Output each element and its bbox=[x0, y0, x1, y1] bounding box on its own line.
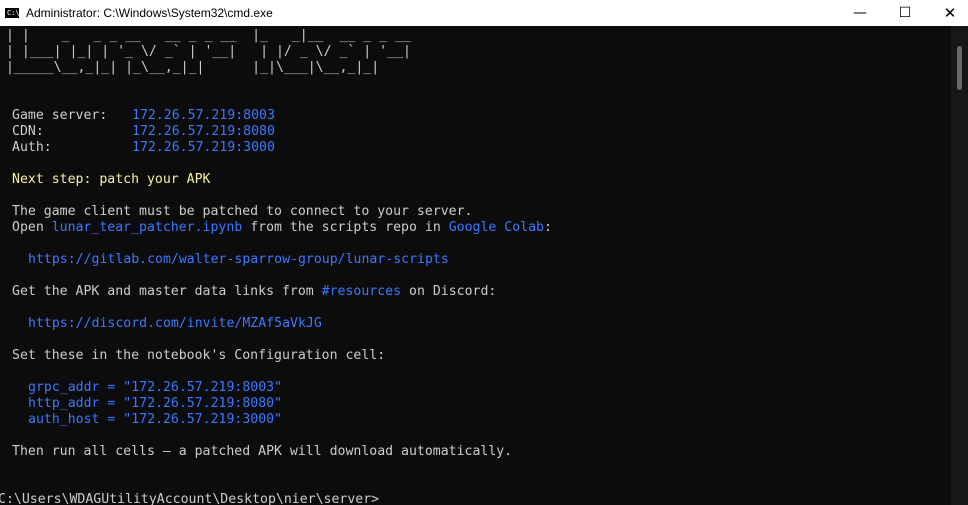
config-instruction: Set these in the notebook's Configuratio… bbox=[12, 348, 386, 363]
server-label: Auth: bbox=[12, 140, 52, 155]
server-value: 172.26.57.219:8003 bbox=[132, 108, 275, 123]
banner-line: | |___| |_| | '_ \/ _` | '__| | |/ _ \/ … bbox=[6, 44, 411, 59]
banner-line: | | _ _ _ __ __ _ _ __ |_ _|__ __ _ _ __ bbox=[6, 28, 419, 43]
close-button[interactable]: ✕ bbox=[927, 0, 968, 26]
title-bar: C:\ Administrator: C:\Windows\System32\c… bbox=[0, 0, 968, 26]
discord-channel: #resources bbox=[321, 284, 402, 299]
scrollbar-thumb[interactable] bbox=[957, 46, 962, 90]
config-line: http_addr = "172.26.57.219:8080" bbox=[28, 396, 283, 411]
patch-instruction: Open lunar_tear_patcher.ipynb from the s… bbox=[12, 220, 552, 236]
next-step-heading: Next step: patch your APK bbox=[12, 172, 211, 187]
text-segment: : bbox=[543, 220, 552, 235]
config-line: grpc_addr = "172.26.57.219:8003" bbox=[28, 380, 283, 395]
server-label: CDN: bbox=[12, 124, 44, 139]
final-instruction: Then run all cells — a patched APK will … bbox=[12, 444, 513, 459]
text-segment: Open bbox=[12, 220, 52, 235]
colab-name: Google Colab bbox=[448, 220, 544, 235]
prompt-path: C:\Users\WDAGUtilityAccount\Desktop\nier… bbox=[0, 492, 380, 505]
cursor: _ bbox=[379, 492, 388, 505]
text-segment: on Discord: bbox=[401, 284, 497, 299]
command-prompt[interactable]: C:\Users\WDAGUtilityAccount\Desktop\nier… bbox=[0, 492, 387, 505]
scrollbar[interactable] bbox=[951, 26, 968, 505]
banner-line: |_____\__,_|_| |_\__,_|_| |_|\___|\__,_|… bbox=[6, 60, 403, 75]
console-output: | | _ _ _ __ __ _ _ __ |_ _|__ __ _ _ __… bbox=[0, 28, 951, 505]
patcher-filename: lunar_tear_patcher.ipynb bbox=[51, 220, 243, 235]
server-value: 172.26.57.219:8080 bbox=[132, 124, 275, 139]
text-segment: from the scripts repo in bbox=[242, 220, 449, 235]
apk-instruction: Get the APK and master data links from #… bbox=[12, 284, 496, 300]
server-value: 172.26.57.219:3000 bbox=[132, 140, 275, 155]
maximize-button[interactable]: ☐ bbox=[882, 0, 928, 26]
config-line: auth_host = "172.26.57.219:3000" bbox=[28, 412, 283, 427]
server-label: Game server: bbox=[12, 108, 108, 123]
minimize-button[interactable]: — bbox=[837, 0, 883, 26]
discord-url: https://discord.com/invite/MZAf5aVkJG bbox=[28, 316, 322, 331]
text-segment: Get the APK and master data links from bbox=[12, 284, 322, 299]
repo-url: https://gitlab.com/walter-sparrow-group/… bbox=[28, 252, 449, 267]
window-title: Administrator: C:\Windows\System32\cmd.e… bbox=[26, 6, 273, 20]
cmd-icon: C:\ bbox=[5, 8, 20, 18]
patch-text: The game client must be patched to conne… bbox=[12, 204, 473, 219]
